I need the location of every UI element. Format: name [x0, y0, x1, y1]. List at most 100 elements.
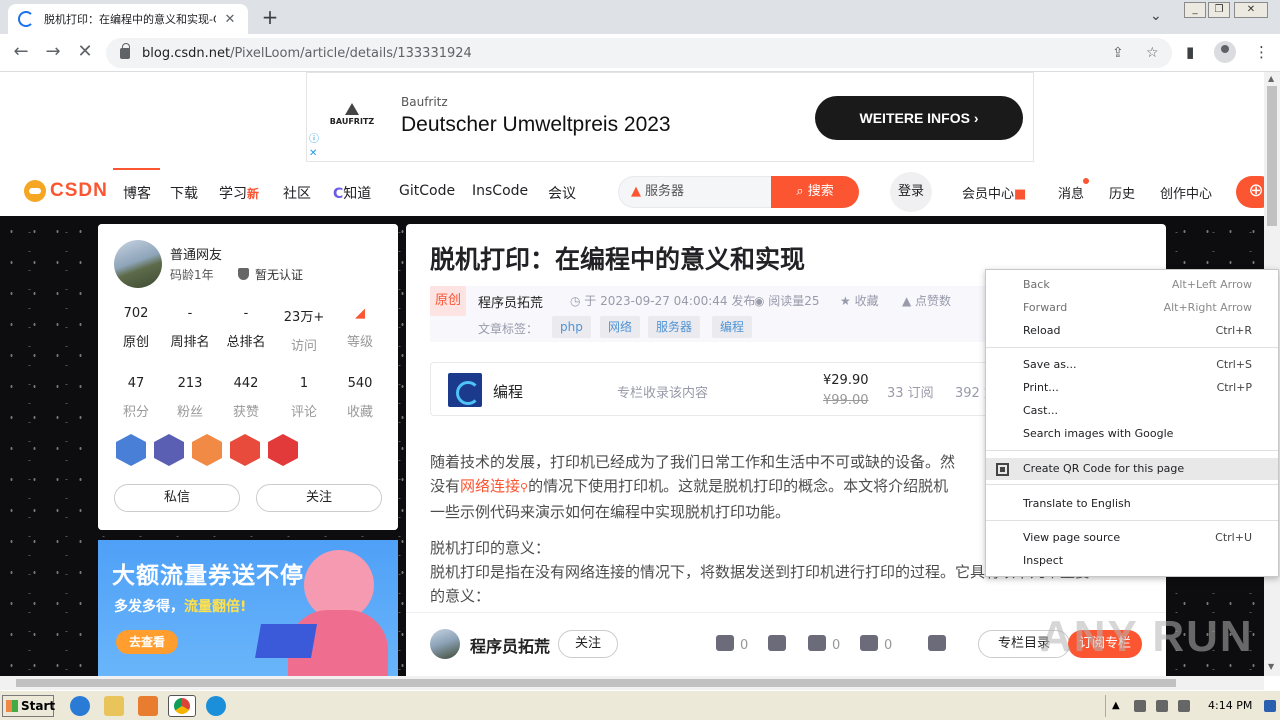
bookmark-star-icon[interactable]: ☆	[1146, 45, 1159, 61]
ad-info-icon[interactable]: ⓘ ✕	[309, 133, 319, 161]
column-name[interactable]: 编程	[493, 381, 523, 402]
nav-history[interactable]: 历史	[1109, 183, 1135, 202]
tray-monitor-icon[interactable]	[1156, 700, 1168, 712]
menu-item-save-as[interactable]: Save as... Ctrl+S	[986, 354, 1278, 376]
menu-item-print[interactable]: Print... Ctrl+P	[986, 377, 1278, 399]
meta-favorite[interactable]: ★ 收藏	[840, 292, 879, 309]
minimize-button[interactable]: _	[1184, 2, 1206, 18]
tag-network[interactable]: 网络	[600, 316, 641, 338]
badge-icon[interactable]	[230, 434, 260, 466]
badge-icon[interactable]	[192, 434, 222, 466]
nav-download[interactable]: 下载	[170, 183, 198, 203]
nav-blog[interactable]: 博客	[123, 183, 151, 203]
restore-button[interactable]: ❐	[1208, 2, 1230, 18]
search-input[interactable]: ▲ 服务器	[618, 176, 772, 208]
comment-count: 0	[884, 638, 893, 653]
chrome-taskbar-button[interactable]	[168, 695, 196, 717]
nav-messages[interactable]: 消息	[1058, 183, 1084, 202]
address-bar[interactable]: blog.csdn.net/PixelLoom/article/details/…	[106, 38, 1172, 68]
nav-gitcode[interactable]: GitCode	[399, 183, 455, 199]
tab-search-icon[interactable]: ⌄	[1150, 8, 1162, 24]
menu-kebab-icon[interactable]: ⋮	[1254, 43, 1269, 61]
bottom-author-name[interactable]: 程序员拓荒	[470, 633, 550, 657]
publish-plus-icon[interactable]: ⊕	[1236, 176, 1264, 208]
nav-creator-center[interactable]: 创作中心	[1160, 183, 1212, 202]
ad-cta-button[interactable]: WEITERE INFOS ›	[815, 96, 1023, 140]
badge-icon[interactable]	[154, 434, 184, 466]
badge-icon[interactable]	[116, 434, 146, 466]
share-button[interactable]	[928, 635, 952, 653]
forward-icon[interactable]: →	[42, 42, 64, 64]
show-desktop-icon[interactable]	[1264, 700, 1276, 712]
message-button[interactable]: 私信	[114, 484, 240, 512]
side-panel-icon[interactable]: ▮	[1186, 43, 1194, 61]
stat-total-rank[interactable]: - 总排名	[218, 306, 274, 350]
tray-expand-icon[interactable]: ▲	[1112, 700, 1124, 712]
favorite-button[interactable]: 0	[808, 635, 840, 653]
meta-author[interactable]: 程序员拓荒	[478, 292, 543, 311]
new-tab-button[interactable]: +	[258, 6, 282, 30]
nav-zhidao[interactable]: C知道	[333, 183, 371, 203]
comment-button[interactable]: 0	[860, 635, 892, 653]
tag-server[interactable]: 服务器	[648, 316, 701, 338]
menu-shortcut: Ctrl+P	[1216, 381, 1252, 394]
login-button[interactable]: 登录	[890, 172, 932, 212]
promo-cta-button[interactable]: 去查看	[116, 630, 178, 654]
badge-icon[interactable]	[268, 434, 298, 466]
avatar[interactable]	[430, 629, 460, 659]
tray-network-icon[interactable]	[1134, 700, 1146, 712]
back-icon[interactable]: ←	[10, 42, 32, 64]
lock-icon[interactable]	[120, 42, 130, 59]
share-icon[interactable]: ⇪	[1112, 45, 1124, 61]
nav-learn[interactable]: 学习新	[219, 183, 259, 203]
internet-explorer-icon[interactable]	[70, 696, 90, 716]
scroll-thumb[interactable]	[1267, 86, 1277, 226]
tray-volume-icon[interactable]	[1178, 700, 1190, 712]
ad-banner[interactable]: BAUFRITZ Baufritz Deutscher Umweltpreis …	[306, 72, 1034, 162]
like-button[interactable]: 0	[716, 635, 748, 653]
nav-inscode[interactable]: InsCode	[472, 183, 528, 199]
tray-clock[interactable]: 4:14 PM	[1208, 699, 1252, 712]
media-player-icon[interactable]	[138, 696, 158, 716]
stat-week-rank[interactable]: - 周排名	[162, 306, 218, 350]
menu-item-view-source[interactable]: View page source Ctrl+U	[986, 527, 1278, 549]
menu-item-inspect[interactable]: Inspect	[986, 550, 1278, 572]
scroll-down-icon[interactable]: ▼	[1268, 662, 1274, 671]
tab-close-icon[interactable]: ✕	[222, 12, 238, 27]
menu-item-search-images[interactable]: Search images with Google	[986, 423, 1278, 445]
tag-programming[interactable]: 编程	[712, 316, 753, 338]
search-button[interactable]: ⌕ 搜索	[771, 176, 859, 208]
close-window-button[interactable]: ✕	[1234, 2, 1268, 18]
nav-community[interactable]: 社区	[283, 183, 311, 203]
menu-item-back[interactable]: Back Alt+Left Arrow	[986, 274, 1278, 296]
scroll-thumb[interactable]	[16, 679, 1176, 687]
network-connection-link[interactable]: 网络连接	[460, 477, 520, 495]
promo-banner[interactable]: 大额流量券送不停 多发多得，流量翻倍! 去查看	[98, 540, 398, 680]
menu-item-reload[interactable]: Reload Ctrl+R	[986, 320, 1278, 342]
dislike-button[interactable]	[768, 635, 792, 653]
stop-loading-icon[interactable]: ✕	[74, 42, 96, 64]
menu-item-translate[interactable]: Translate to English	[986, 493, 1278, 515]
bottom-follow-button[interactable]: 关注	[558, 630, 618, 658]
csdn-logo[interactable]: CSDN	[24, 180, 108, 202]
tag-php[interactable]: php	[552, 316, 591, 338]
meta-like[interactable]: ▲ 点赞数	[902, 292, 951, 309]
scroll-up-icon[interactable]: ▲	[1268, 74, 1274, 83]
menu-item-create-qr[interactable]: Create QR Code for this page	[986, 458, 1278, 480]
nav-meeting[interactable]: 会议	[548, 183, 576, 203]
nav-vip-center[interactable]: 会员中心■	[962, 183, 1026, 202]
stat-level[interactable]: ◢ 等级	[332, 306, 388, 350]
profile-avatar-icon[interactable]	[1214, 41, 1236, 63]
menu-item-forward[interactable]: Forward Alt+Right Arrow	[986, 297, 1278, 319]
browser-tab[interactable]: 脱机打印：在编程中的意义和实现-C ✕	[8, 4, 248, 34]
profile-name[interactable]: 普通网友	[170, 244, 222, 263]
edge-icon[interactable]	[206, 696, 226, 716]
avatar[interactable]	[114, 240, 162, 288]
menu-item-cast[interactable]: Cast...	[986, 400, 1278, 422]
folder-icon[interactable]	[104, 696, 124, 716]
stat-original[interactable]: 702 原创	[108, 306, 164, 350]
follow-button[interactable]: 关注	[256, 484, 382, 512]
horizontal-scrollbar[interactable]	[0, 676, 1264, 690]
start-button[interactable]: Start	[2, 695, 55, 717]
url-text[interactable]: blog.csdn.net/PixelLoom/article/details/…	[142, 46, 472, 61]
